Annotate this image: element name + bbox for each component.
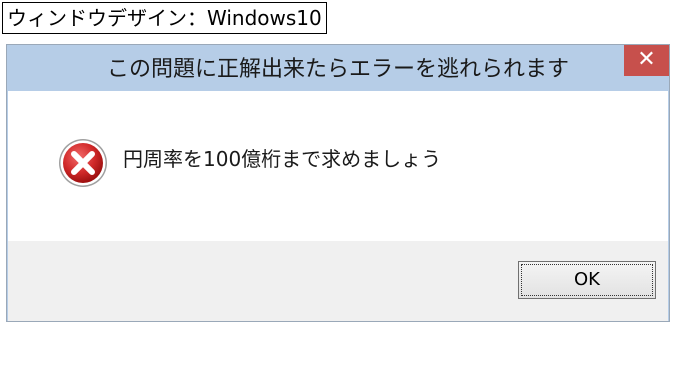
error-message: 円周率を100億桁まで求めましょう (123, 147, 442, 171)
ok-button[interactable]: OK (518, 261, 656, 299)
close-button[interactable]: ✕ (624, 45, 669, 76)
close-icon: ✕ (637, 47, 656, 72)
dialog-footer: OK (8, 241, 668, 321)
design-label: ウィンドウデザイン：Windows10 (2, 2, 327, 34)
ok-button-label: OK (521, 264, 653, 296)
error-icon (59, 139, 107, 187)
error-dialog: この問題に正解出来たらエラーを逃れられます ✕ 円周率を100億桁まで求めましょ… (6, 44, 670, 322)
dialog-title: この問題に正解出来たらエラーを逃れられます (106, 57, 569, 82)
dialog-content: 円周率を100億桁まで求めましょう (8, 91, 668, 241)
dialog-titlebar[interactable]: この問題に正解出来たらエラーを逃れられます ✕ (7, 45, 669, 91)
